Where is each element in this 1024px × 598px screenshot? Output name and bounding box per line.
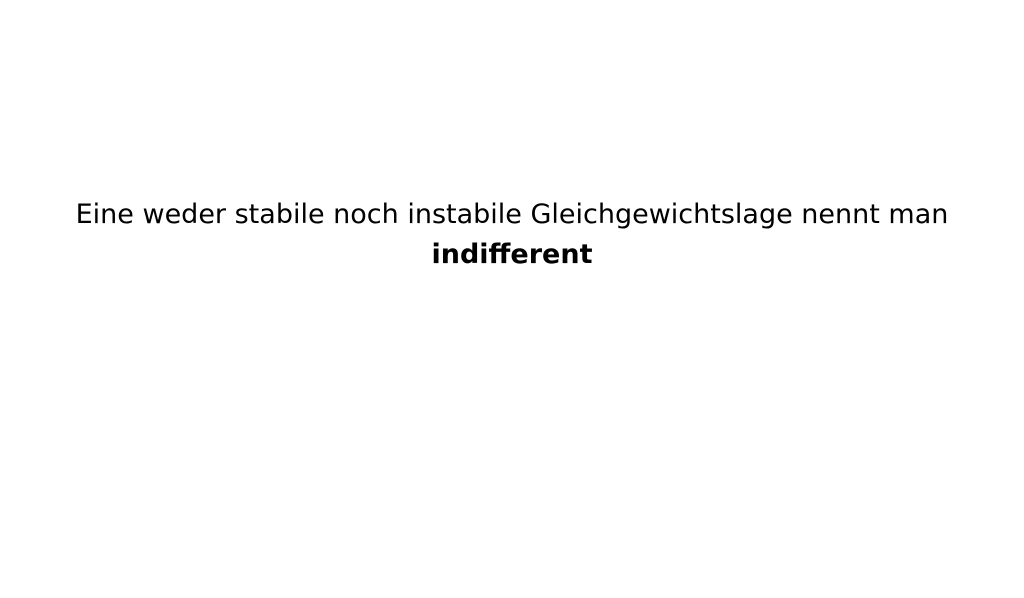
flashcard-slide: Eine weder stabile noch instabile Gleich… [0,0,1024,598]
defined-term: indifferent [431,239,593,270]
definition-sentence: Eine weder stabile noch instabile Gleich… [75,199,949,230]
definition-block: Eine weder stabile noch instabile Gleich… [0,195,1024,275]
